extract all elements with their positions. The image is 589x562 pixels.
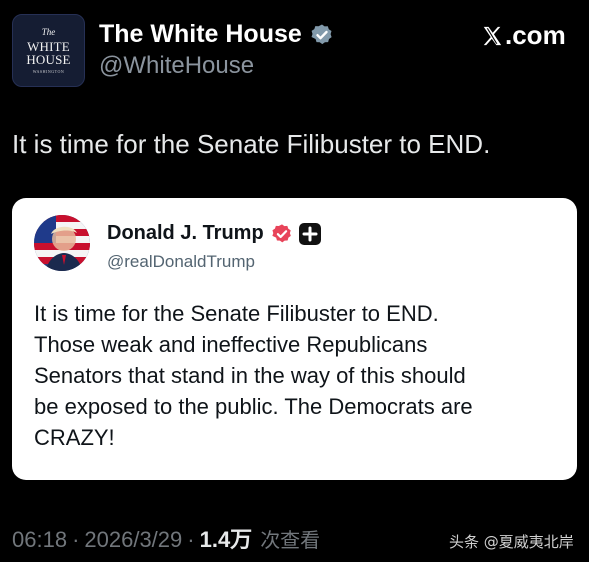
white-house-avatar[interactable]: The WHITE HOUSE WASHINGTON — [12, 14, 85, 87]
x-source-label: .com — [505, 20, 566, 50]
meta-separator: · — [187, 527, 195, 552]
quoted-post-line: Those weak and ineffective Republicans — [34, 332, 428, 357]
post-date[interactable]: 2026/3/29 — [84, 527, 182, 553]
avatar-text-the: The — [41, 26, 56, 37]
quoted-post-text: It is time for the Senate Filibuster to … — [34, 298, 569, 453]
quoted-author-name-text: Donald J. Trump — [107, 222, 264, 244]
x-source-logo: .com — [481, 20, 566, 51]
watermark: 头条 @夏威夷北岸 — [449, 533, 574, 551]
post-time[interactable]: 06:18 — [12, 527, 67, 553]
quoted-post-line: CRAZY! — [34, 425, 115, 450]
trump-profile-image — [34, 215, 90, 271]
post-metadata: 06:18 · 2026/3/29 · 1.4万 次查看 — [12, 522, 320, 554]
view-count-label: 次查看 — [260, 528, 321, 552]
quoted-author-handle[interactable]: @realDonaldTrump — [107, 252, 255, 272]
verified-blue-badge-icon — [271, 223, 293, 245]
author-handle[interactable]: @WhiteHouse — [99, 52, 254, 80]
post-text: It is time for the Senate Filibuster to … — [12, 129, 491, 159]
quoted-author-name[interactable]: Donald J. Trump — [107, 222, 321, 245]
quoted-post-line: It is time for the Senate Filibuster to … — [34, 301, 439, 326]
quoted-post-line: be exposed to the public. The Democrats … — [34, 394, 473, 419]
author-name[interactable]: The White House — [99, 20, 334, 49]
avatar-text-house: HOUSE — [26, 51, 71, 67]
avatar-text-washington: WASHINGTON — [32, 68, 65, 74]
avatar-text-white: WHITE — [27, 38, 70, 54]
verified-gray-badge-icon — [310, 23, 334, 47]
quoted-post-line: Senators that stand in the way of this s… — [34, 363, 466, 388]
author-name-text: The White House — [99, 20, 302, 48]
trump-avatar[interactable] — [34, 215, 90, 271]
quoted-post-card[interactable]: Donald J. Trump @realDonaldTrump It is t… — [12, 198, 577, 480]
view-count[interactable]: 1.4万 — [200, 522, 253, 554]
plus-badge-icon — [298, 222, 321, 245]
x-logo-icon — [483, 26, 502, 45]
meta-separator: · — [72, 527, 80, 552]
